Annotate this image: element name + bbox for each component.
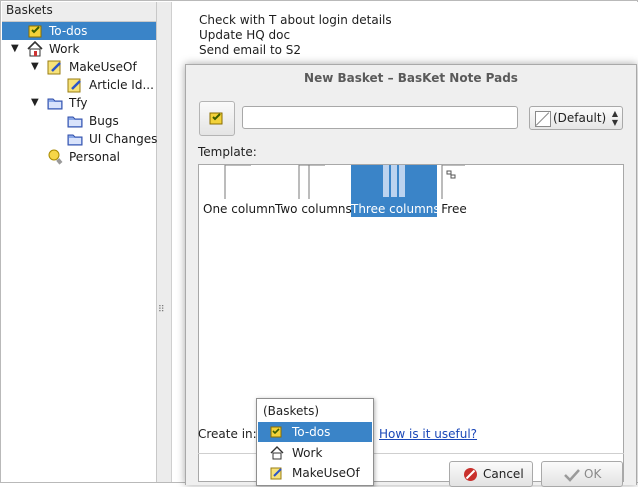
tree-item-label: Tfy [69,96,88,110]
cancel-icon [464,468,477,481]
menu-item-makeuseof[interactable]: MakeUseOf [258,463,372,483]
tree-item-label: Bugs [89,114,119,128]
template-three-columns[interactable]: Three columns [351,165,440,217]
todo-basket-icon [28,23,44,39]
tree-item-label: Article Id... [89,78,154,92]
menu-item-label: Work [292,446,323,460]
template-label: Template: [198,145,257,159]
cancel-button-label: Cancel [483,467,524,481]
new-basket-dialog: New Basket – BasKet Note Pads (Default) … [185,64,637,487]
checkmark-icon [564,469,580,482]
expand-arrow-icon[interactable]: ▼ [31,58,39,76]
dialog-title: New Basket – BasKet Note Pads [304,71,518,85]
tree-item-todos[interactable]: To-dos [2,22,156,40]
background-color-combo[interactable]: (Default) ▲ ▼ [529,106,623,130]
two-columns-preview-icon [298,165,325,199]
color-combo-value: (Default) [553,111,607,125]
todo-basket-icon [270,425,284,439]
tree-item-makeuseof[interactable]: ▼ MakeUseOf [2,58,156,76]
tree-item-label: Personal [69,150,121,164]
pencil-note-icon [270,466,284,480]
note-item[interactable]: Send email to S2 [199,43,301,57]
basket-icon-button[interactable] [199,101,235,136]
folder-icon [67,131,83,147]
tree-item-ui-changes[interactable]: UI Changes [2,130,158,148]
tree-item-tfy[interactable]: ▼ Tfy [2,94,156,112]
ok-button-label: OK [584,467,602,481]
template-two-columns[interactable]: Two columns [275,165,352,217]
one-column-preview-icon [224,165,251,199]
free-layout-preview-icon [441,165,465,199]
template-caption: One column [203,202,276,216]
house-icon [270,446,284,460]
panel-splitter[interactable]: ⠿ [157,2,172,482]
menu-item-todos[interactable]: To-dos [258,422,372,442]
template-free[interactable]: Free [439,165,469,217]
tree-item-article-ideas[interactable]: Article Id... [2,76,156,94]
basket-name-input[interactable] [242,106,518,129]
template-caption: Two columns [275,202,352,216]
tree-item-bugs[interactable]: Bugs [2,112,156,130]
tree-item-label: To-dos [49,24,88,38]
cancel-button[interactable]: Cancel [449,461,533,487]
pencil-note-icon [67,77,83,93]
spin-arrows-icon[interactable]: ▲ ▼ [612,109,618,127]
three-columns-preview-icon [383,165,405,197]
create-in-label: Create in: [198,427,257,441]
pencil-note-icon [47,59,63,75]
folder-icon [47,95,63,111]
tree-item-personal[interactable]: Personal [2,148,156,166]
todo-basket-icon [209,112,223,125]
tree-item-work[interactable]: ▼ Work [2,40,156,58]
splitter-grip-icon: ⠿ [158,305,165,315]
tree-item-label: Work [49,42,80,56]
basket-tree: Baskets To-dos ▼ Work ▼ MakeUseOf Articl… [2,2,157,482]
how-is-it-useful-link[interactable]: How is it useful? [379,427,477,441]
tree-item-label: UI Changes [89,132,158,146]
tree-item-label: MakeUseOf [69,60,137,74]
color-swatch-icon [535,111,551,127]
menu-header: (Baskets) [263,404,320,418]
lightbulb-icon [47,149,63,165]
note-item[interactable]: Update HQ doc [199,28,290,42]
menu-item-work[interactable]: Work [258,443,372,463]
app-window: Baskets To-dos ▼ Work ▼ MakeUseOf Articl… [0,0,638,487]
menu-item-label: MakeUseOf [292,466,360,480]
expand-arrow-icon[interactable]: ▼ [31,94,39,112]
tree-header: Baskets [2,2,156,22]
create-in-dropdown-menu: (Baskets) To-dos Work MakeUseOf [256,398,374,486]
expand-arrow-icon[interactable]: ▼ [11,40,19,58]
template-caption: Free [441,202,467,216]
tree-header-label: Baskets [6,3,53,17]
menu-item-label: To-dos [292,425,331,439]
note-item[interactable]: Check with T about login details [199,13,392,27]
template-caption: Three columns [351,202,440,216]
folder-icon [67,113,83,129]
house-icon [27,40,43,57]
ok-button[interactable]: OK [541,461,623,487]
template-one-column[interactable]: One column [203,165,276,217]
